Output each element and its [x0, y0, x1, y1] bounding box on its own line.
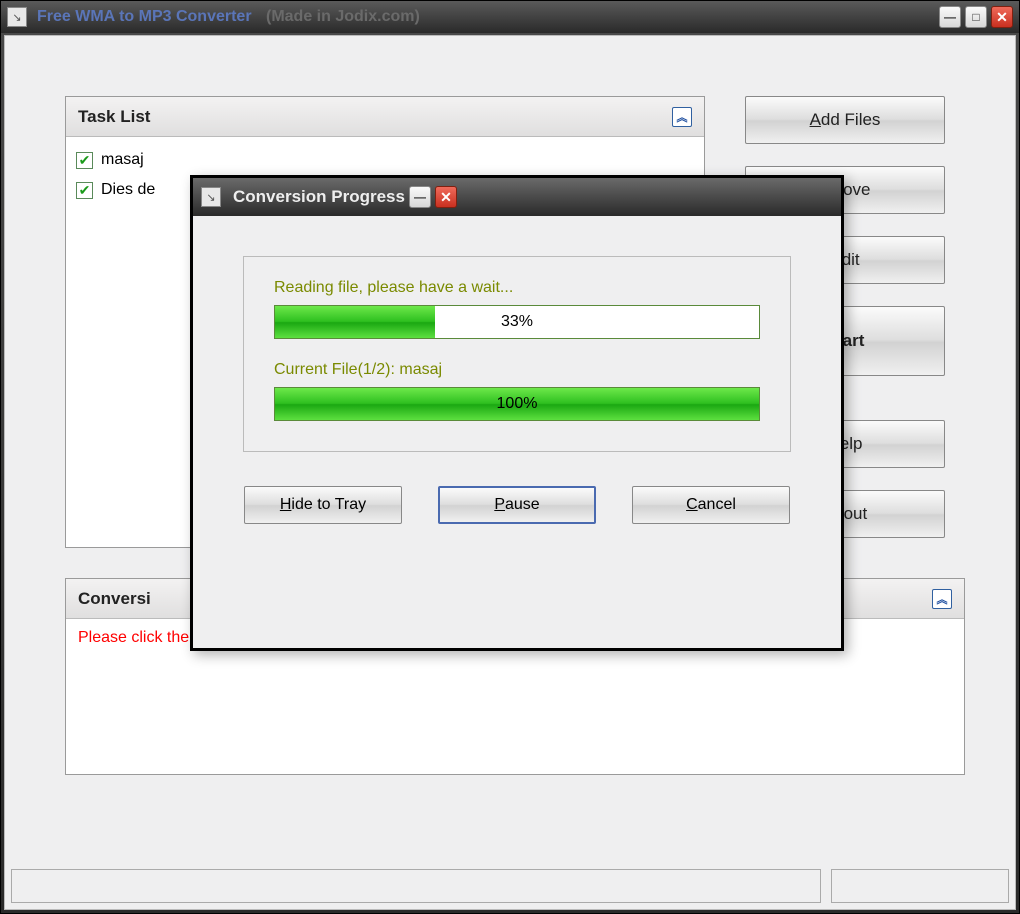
- app-icon: ↘: [7, 7, 27, 27]
- collapse-tasklist-button[interactable]: ︽: [672, 107, 692, 127]
- dialog-body: Reading file, please have a wait... 33% …: [193, 216, 841, 648]
- collapse-log-button[interactable]: ︽: [932, 589, 952, 609]
- current-progress-pct: 100%: [497, 395, 538, 413]
- hide-to-tray-button[interactable]: Hide to Tray: [244, 486, 402, 524]
- btn-label: dd Files: [821, 110, 881, 129]
- btn-label: ide to Tray: [291, 496, 366, 513]
- maximize-button[interactable]: □: [965, 6, 987, 28]
- dialog-minimize-button[interactable]: —: [409, 186, 431, 208]
- status-cell-1: [11, 869, 821, 903]
- dialog-button-row: Hide to Tray Pause Cancel: [193, 486, 841, 524]
- chevron-up-icon: ︽: [677, 109, 688, 125]
- conversion-progress-dialog: ↘ Conversion Progress — ✕ Reading file, …: [190, 175, 844, 651]
- overall-progress-fill: [275, 306, 435, 338]
- maximize-icon: □: [972, 10, 979, 24]
- cancel-button[interactable]: Cancel: [632, 486, 790, 524]
- list-item[interactable]: ✔ masaj: [76, 145, 694, 175]
- task-checkbox[interactable]: ✔: [76, 182, 93, 199]
- current-progress-bar: 100%: [274, 387, 760, 421]
- task-list-header: Task List ︽: [66, 97, 704, 137]
- task-checkbox[interactable]: ✔: [76, 152, 93, 169]
- add-files-button[interactable]: Add Files: [745, 96, 945, 144]
- minimize-icon: —: [944, 10, 956, 24]
- btn-label: ause: [505, 496, 540, 513]
- progress-frame: Reading file, please have a wait... 33% …: [243, 256, 791, 452]
- task-name: Dies de: [101, 178, 155, 202]
- status-bar: [11, 869, 1009, 903]
- conversion-log-title: Conversi: [78, 589, 151, 609]
- current-file-label: Current File(1/2): masaj: [274, 361, 760, 379]
- close-button[interactable]: ✕: [991, 6, 1013, 28]
- chevron-up-icon: ︽: [937, 591, 948, 607]
- main-title: Free WMA to MP3 Converter (Made in Jodix…: [37, 8, 420, 26]
- main-titlebar[interactable]: ↘ Free WMA to MP3 Converter (Made in Jod…: [1, 1, 1019, 33]
- btn-label: ancel: [698, 496, 736, 513]
- app-title-text: Free WMA to MP3 Converter: [37, 8, 252, 25]
- task-list-title: Task List: [78, 107, 150, 127]
- dialog-title: Conversion Progress: [233, 187, 405, 207]
- app-subtitle-text: (Made in Jodix.com): [266, 8, 420, 25]
- minimize-button[interactable]: —: [939, 6, 961, 28]
- reading-label: Reading file, please have a wait...: [274, 279, 760, 297]
- dialog-titlebar[interactable]: ↘ Conversion Progress — ✕: [193, 178, 841, 216]
- overall-progress-bar: 33%: [274, 305, 760, 339]
- overall-progress-pct: 33%: [501, 313, 533, 331]
- close-icon: ✕: [996, 9, 1008, 26]
- check-icon: ✔: [79, 148, 91, 172]
- dialog-app-icon: ↘: [201, 187, 221, 207]
- close-icon: ✕: [440, 189, 452, 206]
- minimize-icon: —: [414, 190, 426, 204]
- check-icon: ✔: [79, 178, 91, 202]
- dialog-close-button[interactable]: ✕: [435, 186, 457, 208]
- status-cell-2: [831, 869, 1009, 903]
- btn-label: dit: [842, 250, 860, 269]
- task-name: masaj: [101, 148, 144, 172]
- pause-button[interactable]: Pause: [438, 486, 596, 524]
